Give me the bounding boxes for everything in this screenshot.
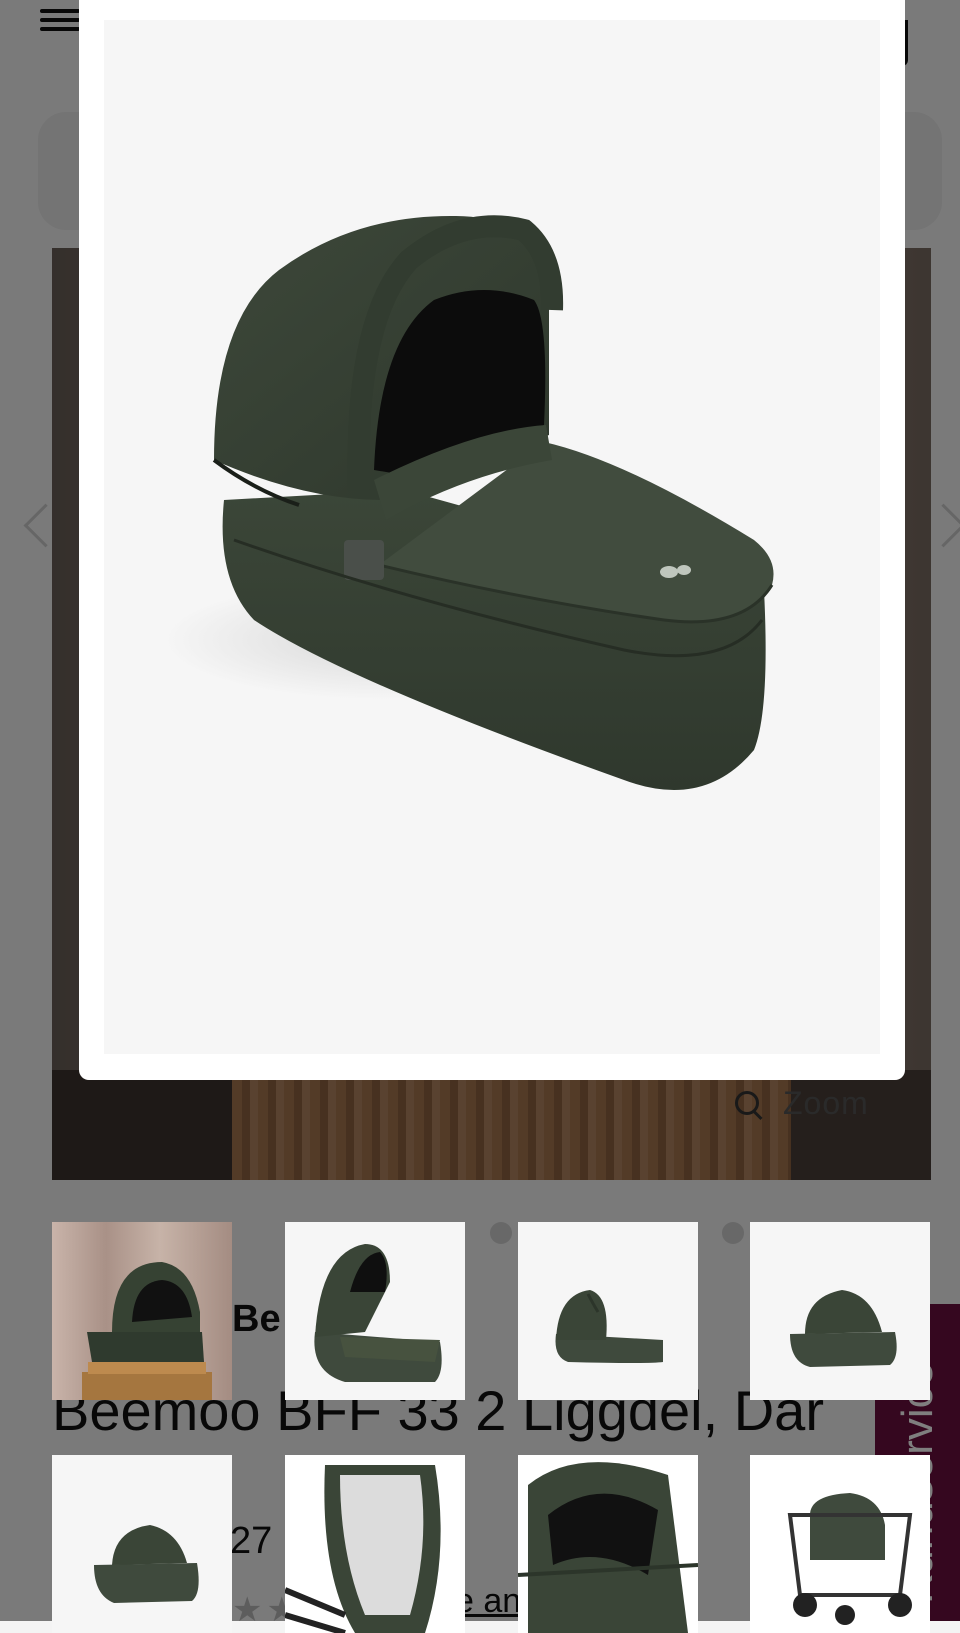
gallery-thumbnail[interactable]	[750, 1222, 930, 1400]
gallery-thumbnail[interactable]	[518, 1455, 698, 1633]
gallery-thumbnail[interactable]	[285, 1455, 465, 1633]
gallery-thumbnail[interactable]	[285, 1222, 465, 1400]
gallery-thumbnail[interactable]	[750, 1455, 930, 1633]
gallery-thumbnail[interactable]	[52, 1455, 232, 1633]
gallery-thumbnail[interactable]	[518, 1222, 698, 1400]
modal-product-image[interactable]	[104, 20, 880, 1054]
image-zoom-modal	[79, 0, 905, 1080]
gallery-thumbnail[interactable]	[52, 1222, 232, 1400]
